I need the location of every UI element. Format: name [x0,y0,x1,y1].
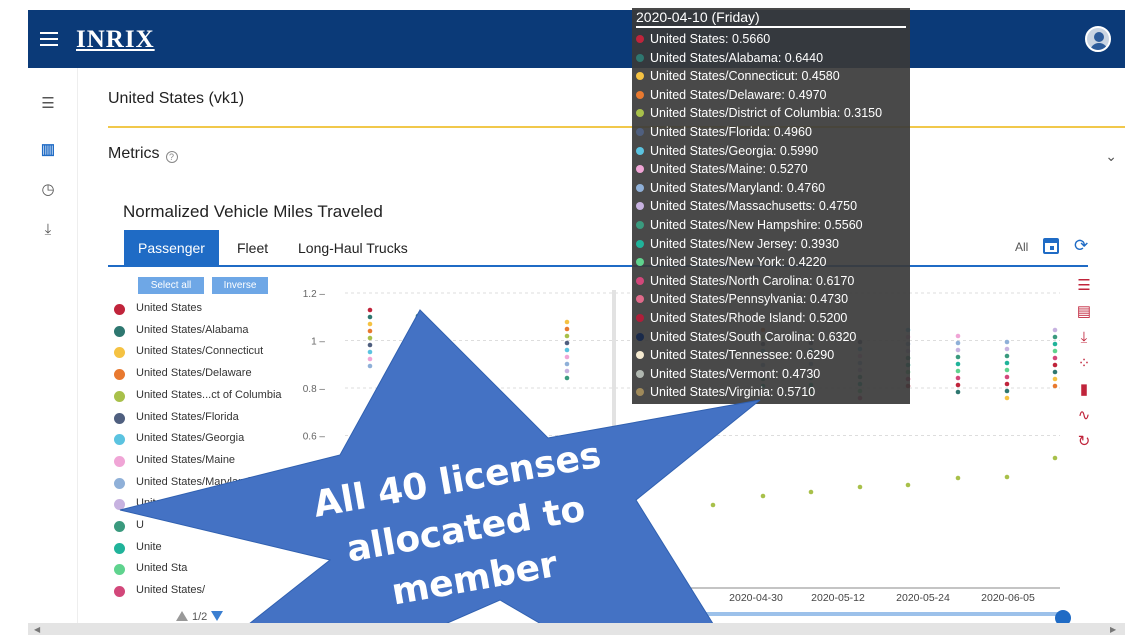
app-window: INRIX ☰ ▥ ◷ ⤓ United States (vk1) Metric… [0,0,1125,635]
scroll-left-icon[interactable]: ◀ [34,625,40,634]
horizontal-scrollbar[interactable] [28,623,1125,635]
scroll-right-icon[interactable]: ▶ [1110,625,1116,634]
